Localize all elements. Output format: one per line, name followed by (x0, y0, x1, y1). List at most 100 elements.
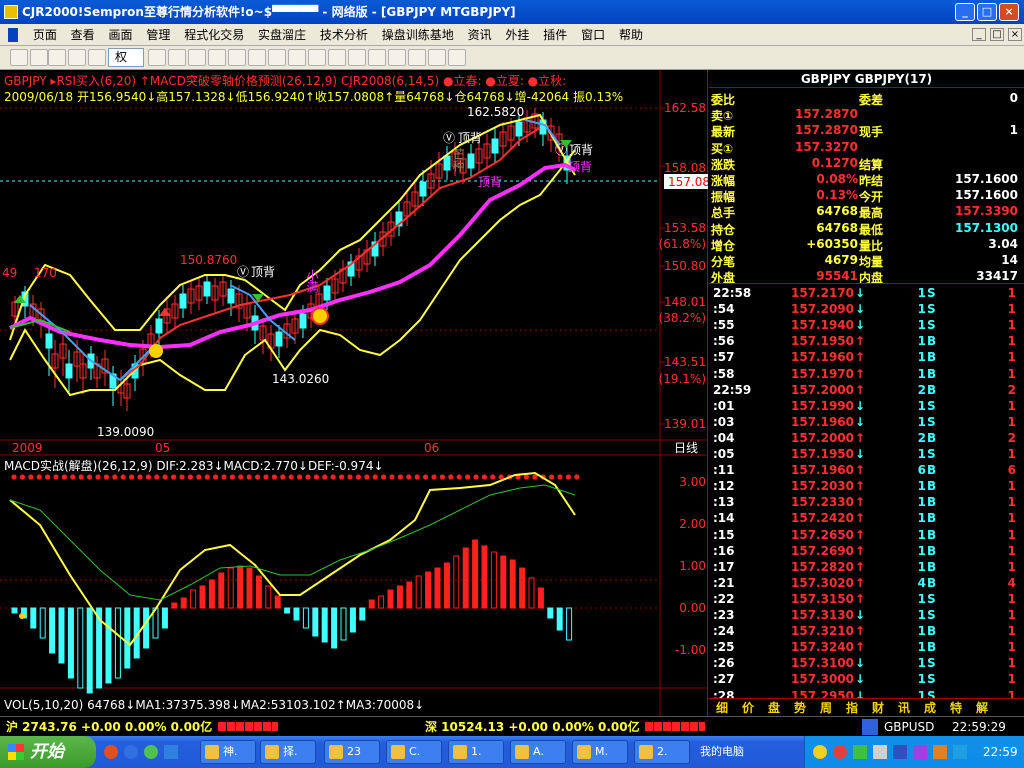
menu-help[interactable]: 帮助 (614, 24, 648, 46)
tick-row[interactable]: :21 157.3020 ↑ 4 B 4 (709, 576, 1024, 592)
task-item[interactable]: 2. (634, 740, 690, 764)
tray-icon[interactable] (953, 745, 967, 759)
menu-live[interactable]: 实盘溜庄 (253, 24, 311, 46)
network-icon[interactable] (853, 745, 867, 759)
layout3-icon[interactable] (388, 49, 406, 66)
tray-label[interactable]: 我的电脑 (700, 736, 744, 768)
status-symbol[interactable]: GBPUSD (884, 717, 934, 737)
tray-icon[interactable] (933, 745, 947, 759)
open-icon[interactable] (10, 49, 28, 66)
tick-row[interactable]: :55 157.1940 ↓ 1 S 1 (709, 318, 1024, 334)
task-item[interactable]: C. (386, 740, 442, 764)
rsi-icon[interactable] (48, 49, 66, 66)
quote-tab[interactable]: 价 (735, 699, 761, 717)
clock[interactable]: 22:59 (983, 736, 1018, 768)
glasses-icon[interactable] (148, 49, 166, 66)
tick-row[interactable]: :11 157.1960 ↑ 6 B 6 (709, 463, 1024, 479)
tick-row[interactable]: :54 157.2090 ↓ 1 S 1 (709, 302, 1024, 318)
layout5-icon[interactable] (428, 49, 446, 66)
tick-row[interactable]: :16 157.2690 ↑ 1 B 1 (709, 544, 1024, 560)
tray-icon[interactable] (893, 745, 907, 759)
brush-icon[interactable] (328, 49, 346, 66)
task-item[interactable]: 择. (260, 740, 316, 764)
chart-area[interactable]: 162.5820 150.8760 143.0260 139.0090 49 1… (0, 70, 710, 716)
quote-tab[interactable]: 财 (865, 699, 891, 717)
tick-row[interactable]: :27 157.3000 ↓ 1 S 1 (709, 672, 1024, 688)
task-item[interactable]: A. (510, 740, 566, 764)
quote-tab[interactable]: 周 (813, 699, 839, 717)
pen-icon[interactable] (308, 49, 326, 66)
tick-row[interactable]: :01 157.1990 ↓ 1 S 1 (709, 399, 1024, 415)
ie-icon[interactable] (124, 745, 138, 759)
tick-row[interactable]: :25 157.3240 ↑ 1 B 1 (709, 640, 1024, 656)
minimize-button[interactable]: _ (955, 3, 975, 21)
tick-row[interactable]: :17 157.2820 ↑ 1 B 1 (709, 560, 1024, 576)
tick-row[interactable]: 22:59 157.2000 ↑ 2 B 2 (709, 383, 1024, 399)
tool-icon[interactable] (30, 49, 48, 66)
task-item[interactable]: 1. (448, 740, 504, 764)
quote-tab[interactable]: 指 (839, 699, 865, 717)
tick-row[interactable]: :13 157.2330 ↑ 1 B 1 (709, 495, 1024, 511)
tick-row[interactable]: :03 157.1960 ↓ 1 S 1 (709, 415, 1024, 431)
quote-tab[interactable]: 特 (943, 699, 969, 717)
start-button[interactable]: 开始 (0, 736, 96, 768)
menu-external[interactable]: 外挂 (500, 24, 534, 46)
task-item[interactable]: M. (572, 740, 628, 764)
layout1-icon[interactable] (348, 49, 366, 66)
tray-icon[interactable] (813, 745, 827, 759)
lines-icon[interactable] (248, 49, 266, 66)
period-label[interactable]: 日线 (674, 441, 698, 455)
menu-plugins[interactable]: 插件 (538, 24, 572, 46)
star-icon[interactable] (288, 49, 306, 66)
k-icon[interactable] (268, 49, 286, 66)
chart-type-icon[interactable] (188, 49, 206, 66)
mdi-close-button[interactable]: × (1008, 28, 1022, 41)
quote-tab[interactable]: 势 (787, 699, 813, 717)
menu-window[interactable]: 窗口 (576, 24, 610, 46)
menu-manage[interactable]: 管理 (141, 24, 175, 46)
menu-program-trade[interactable]: 程式化交易 (179, 24, 249, 46)
maximize-button[interactable]: □ (977, 3, 997, 21)
tick-row[interactable]: :05 157.1950 ↓ 1 S 1 (709, 447, 1024, 463)
tick-row[interactable]: :58 157.1970 ↑ 1 B 1 (709, 367, 1024, 383)
tick-row[interactable]: :04 157.2000 ↑ 2 B 2 (709, 431, 1024, 447)
tray-icon[interactable] (913, 745, 927, 759)
zoom-icon[interactable] (208, 49, 226, 66)
tick-row[interactable]: :22 157.3150 ↑ 1 S 1 (709, 592, 1024, 608)
kline-chart[interactable]: 162.5820 150.8760 143.0260 139.0090 49 1… (0, 70, 710, 716)
tick-row[interactable]: 22:58 157.2170 ↓ 1 S 1 (709, 286, 1024, 302)
tick-row[interactable]: :23 157.3130 ↓ 1 S 1 (709, 608, 1024, 624)
menu-page[interactable]: 页面 (28, 24, 62, 46)
layout4-icon[interactable] (408, 49, 426, 66)
mdi-restore-button[interactable]: □ (990, 28, 1004, 41)
menu-training[interactable]: 操盘训练基地 (377, 24, 459, 46)
menu-tech-analysis[interactable]: 技术分析 (315, 24, 373, 46)
edit-icon[interactable] (88, 49, 106, 66)
volume-icon[interactable] (873, 745, 887, 759)
quicklaunch-icon[interactable] (104, 745, 118, 759)
tick-row[interactable]: :24 157.3210 ↑ 1 B 1 (709, 624, 1024, 640)
compare-icon[interactable] (168, 49, 186, 66)
menu-screen[interactable]: 画面 (104, 24, 138, 46)
tick-row[interactable]: :26 157.3100 ↓ 1 S 1 (709, 656, 1024, 672)
layout6-icon[interactable] (448, 49, 466, 66)
close-button[interactable]: × (999, 3, 1019, 21)
menu-news[interactable]: 资讯 (463, 24, 497, 46)
tray-icon[interactable] (833, 745, 847, 759)
quote-tab[interactable]: 解 (969, 699, 995, 717)
task-item[interactable]: 神. (200, 740, 256, 764)
tick-row[interactable]: :12 157.2030 ↑ 1 B 1 (709, 479, 1024, 495)
bars-icon[interactable] (228, 49, 246, 66)
quote-tab[interactable]: 成 (917, 699, 943, 717)
mdi-minimize-button[interactable]: _ (972, 28, 986, 41)
quote-tab[interactable]: 讯 (891, 699, 917, 717)
quote-tab[interactable]: 细 (709, 699, 735, 717)
tick-row[interactable]: :14 157.2420 ↑ 1 B 1 (709, 511, 1024, 527)
tick-row[interactable]: :57 157.1960 ↑ 1 B 1 (709, 350, 1024, 366)
menu-view[interactable]: 查看 (66, 24, 100, 46)
layout2-icon[interactable] (368, 49, 386, 66)
task-item[interactable]: 23 (324, 740, 380, 764)
quote-tab[interactable]: 盘 (761, 699, 787, 717)
desktop-icon[interactable] (164, 745, 178, 759)
rights-select[interactable]: 权 (108, 48, 144, 67)
